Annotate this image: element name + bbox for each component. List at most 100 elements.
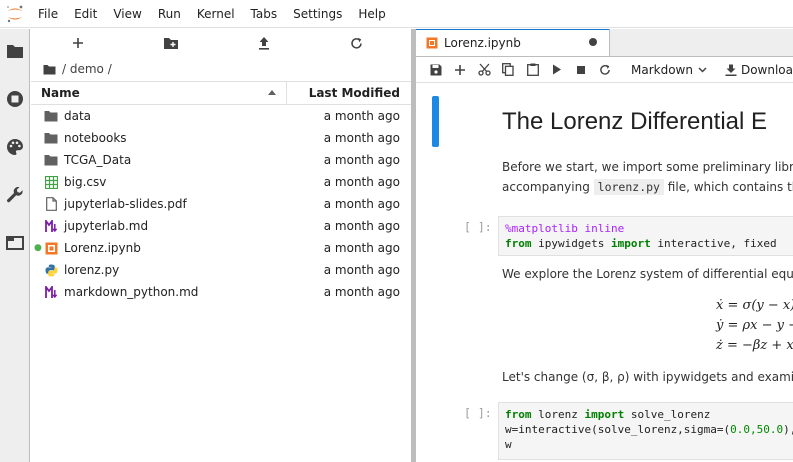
file-name: lorenz.py bbox=[64, 263, 120, 277]
file-row-lorenz-ipynb[interactable]: ● Lorenz.ipynb a month ago bbox=[31, 237, 411, 259]
paste-button[interactable] bbox=[521, 58, 545, 82]
file-modified: a month ago bbox=[323, 131, 400, 145]
breadcrumb-path[interactable]: / demo / bbox=[62, 62, 112, 76]
run-button[interactable] bbox=[545, 58, 569, 82]
file-row-notebooks[interactable]: notebooks a month ago bbox=[31, 127, 411, 149]
upload-icon bbox=[258, 37, 269, 50]
refresh-icon bbox=[351, 37, 362, 49]
python-icon bbox=[44, 263, 58, 277]
stop-icon bbox=[576, 65, 585, 74]
pdf-icon bbox=[44, 197, 58, 211]
menu-run[interactable]: Run bbox=[150, 0, 189, 28]
column-modified-label: Last Modified bbox=[308, 86, 400, 100]
folder-icon[interactable] bbox=[5, 41, 25, 61]
chevron-down-icon bbox=[698, 66, 707, 73]
folder-icon bbox=[44, 131, 58, 145]
file-list: data a month ago notebooks a month ago TCGA_… bbox=[31, 105, 411, 303]
menu-bar: File Edit View Run Kernel Tabs Settings … bbox=[0, 0, 793, 28]
download-label: Downloa bbox=[740, 62, 793, 77]
refresh-icon bbox=[600, 64, 610, 75]
cell-2-prompt: [ ]: bbox=[464, 406, 492, 420]
file-modified: a month ago bbox=[323, 197, 400, 211]
running-sessions-icon[interactable] bbox=[5, 89, 25, 109]
menu-kernel[interactable]: Kernel bbox=[189, 0, 243, 28]
clipboard-icon bbox=[526, 63, 539, 76]
folder-icon bbox=[44, 109, 58, 123]
running-indicator-icon: ● bbox=[34, 243, 42, 253]
file-row-data[interactable]: data a month ago bbox=[31, 105, 411, 127]
folder-icon[interactable] bbox=[43, 64, 56, 75]
file-row-big-csv[interactable]: big.csv a month ago bbox=[31, 171, 411, 193]
plus-icon bbox=[72, 38, 83, 48]
change-text: Let's change (σ, β, ρ) with ipywidgets a… bbox=[502, 370, 793, 384]
main-area: Lorenz.ipynb Markdown Downloa The Lorenz… bbox=[416, 29, 793, 462]
file-row-jupyterlab-md[interactable]: jupyterlab.md a month ago bbox=[31, 215, 411, 237]
file-list-header: Name Last Modified bbox=[31, 81, 411, 105]
code-cell-1[interactable]: %matplotlib inline from ipywidgets impor… bbox=[498, 216, 793, 256]
file-name: jupyterlab.md bbox=[64, 219, 149, 233]
menu-help[interactable]: Help bbox=[350, 0, 393, 28]
notebook-icon bbox=[426, 37, 438, 49]
csv-icon bbox=[44, 175, 58, 189]
code-cell-2[interactable]: from lorenz import solve_lorenz w=intera… bbox=[498, 402, 793, 460]
file-row-markdown-python-md[interactable]: markdown_python.md a month ago bbox=[31, 281, 411, 303]
file-name: data bbox=[64, 109, 92, 123]
active-cell-indicator bbox=[432, 96, 439, 147]
new-folder-icon bbox=[163, 37, 178, 49]
restart-button[interactable] bbox=[593, 58, 617, 82]
copy-icon bbox=[502, 63, 515, 76]
menu-edit[interactable]: Edit bbox=[66, 0, 105, 28]
tab-lorenz-notebook[interactable]: Lorenz.ipynb bbox=[416, 29, 610, 56]
file-name: notebooks bbox=[64, 131, 127, 145]
column-header-name[interactable]: Name bbox=[31, 82, 287, 104]
jupyter-logo-icon bbox=[0, 0, 30, 28]
file-modified: a month ago bbox=[323, 109, 400, 123]
file-name: Lorenz.ipynb bbox=[64, 241, 141, 255]
file-browser: / demo / Name Last Modified data a month … bbox=[31, 29, 411, 462]
file-modified: a month ago bbox=[323, 153, 400, 167]
new-folder-button[interactable] bbox=[124, 29, 217, 57]
palette-icon[interactable] bbox=[5, 137, 25, 157]
menu-settings[interactable]: Settings bbox=[285, 0, 350, 28]
new-launcher-button[interactable] bbox=[31, 29, 124, 57]
column-name-label: Name bbox=[41, 86, 80, 100]
download-button[interactable]: Downloa bbox=[725, 63, 793, 77]
file-row-jupyterlab-slides-pdf[interactable]: jupyterlab-slides.pdf a month ago bbox=[31, 193, 411, 215]
save-button[interactable] bbox=[424, 58, 448, 82]
plus-icon bbox=[455, 64, 466, 75]
file-modified: a month ago bbox=[323, 219, 400, 233]
copy-button[interactable] bbox=[496, 58, 520, 82]
upload-button[interactable] bbox=[217, 29, 310, 57]
intro-line-2: accompanying lorenz.py file, which conta… bbox=[502, 179, 793, 195]
notebook-toolbar: Markdown Downloa bbox=[416, 57, 793, 83]
equation-2: ẏ = ρx − y − bbox=[716, 318, 793, 333]
menu-tabs[interactable]: Tabs bbox=[243, 0, 286, 28]
cell-type-dropdown[interactable]: Markdown bbox=[625, 63, 713, 77]
file-name: jupyterlab-slides.pdf bbox=[64, 197, 187, 211]
tab-bar: Lorenz.ipynb bbox=[416, 29, 793, 57]
file-modified: a month ago bbox=[323, 285, 400, 299]
activity-bar bbox=[0, 29, 30, 462]
file-row-lorenz-py[interactable]: lorenz.py a month ago bbox=[31, 259, 411, 281]
cut-button[interactable] bbox=[472, 58, 496, 82]
tabs-icon[interactable] bbox=[5, 233, 25, 253]
explore-text: We explore the Lorenz system of differen… bbox=[502, 267, 793, 281]
equation-3: ż = −βz + x bbox=[716, 338, 793, 353]
file-row-tcga-data[interactable]: TCGA_Data a month ago bbox=[31, 149, 411, 171]
unsaved-indicator-icon[interactable] bbox=[589, 38, 597, 46]
folder-icon bbox=[44, 153, 58, 167]
inline-code: lorenz.py bbox=[593, 179, 664, 195]
interrupt-button[interactable] bbox=[569, 58, 593, 82]
menu-view[interactable]: View bbox=[105, 0, 149, 28]
file-name: markdown_python.md bbox=[64, 285, 199, 299]
tab-label: Lorenz.ipynb bbox=[444, 36, 521, 50]
refresh-button[interactable] bbox=[310, 29, 403, 57]
insert-cell-button[interactable] bbox=[448, 58, 472, 82]
menu-file[interactable]: File bbox=[30, 0, 66, 28]
file-name: big.csv bbox=[64, 175, 107, 189]
play-icon bbox=[552, 64, 561, 75]
wrench-icon[interactable] bbox=[5, 185, 25, 205]
scissors-icon bbox=[478, 63, 491, 76]
download-icon bbox=[725, 64, 737, 76]
column-header-modified[interactable]: Last Modified bbox=[287, 82, 411, 104]
